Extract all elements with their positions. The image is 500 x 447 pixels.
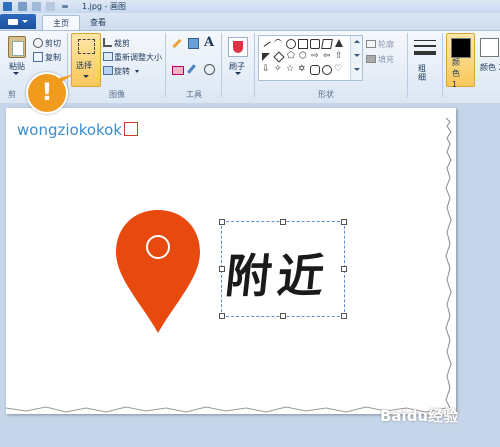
menu-icon [8, 19, 18, 25]
fill-icon[interactable] [188, 38, 199, 49]
rounded-rectangle-shape-icon[interactable] [310, 39, 320, 49]
resize-handle[interactable] [219, 219, 225, 225]
outline-button[interactable]: 轮廓 [378, 39, 394, 50]
logo: wongziokokok [17, 121, 139, 139]
color2-label[interactable]: 颜色 2 [480, 62, 500, 73]
copy-icon[interactable] [33, 52, 43, 62]
six-point-star-shape-icon[interactable]: ✡ [298, 65, 306, 74]
chevron-down-icon [22, 20, 28, 23]
chevron-down-icon[interactable] [13, 72, 19, 75]
color1-swatch [451, 38, 471, 58]
resize-handle[interactable] [280, 313, 286, 319]
tab-home[interactable]: 主页 [42, 15, 80, 31]
crop-button[interactable]: 裁剪 [114, 38, 130, 49]
group-divider [442, 33, 443, 97]
select-label: 选择 [76, 61, 92, 70]
resize-handle[interactable] [341, 219, 347, 225]
paste-icon[interactable] [8, 36, 26, 58]
group-divider [165, 33, 166, 97]
fill-button[interactable]: 填充 [378, 54, 394, 65]
callout-rect-shape-icon[interactable] [310, 65, 320, 75]
arrow-down-shape-icon[interactable]: ⇩ [262, 65, 270, 74]
polygon-shape-icon[interactable] [321, 39, 333, 49]
customize-quick-access-icon[interactable] [62, 5, 68, 8]
cut-button[interactable]: 剪切 [45, 38, 61, 49]
group-divider [254, 33, 255, 97]
color1-label: 颜色 1 [452, 58, 460, 89]
rotate-button[interactable]: 旋转 [114, 66, 130, 77]
paste-button[interactable]: 粘贴 [9, 61, 25, 72]
paint-menu-button[interactable] [0, 14, 36, 29]
callout-oval-shape-icon[interactable] [322, 65, 332, 75]
clipboard-group-label: 剪 [8, 90, 16, 99]
torn-edge-right [445, 117, 452, 409]
shapes-group-label: 形状 [318, 90, 334, 99]
oval-shape-icon[interactable] [286, 39, 296, 49]
chevron-down-icon [83, 75, 89, 78]
expand-icon[interactable] [354, 68, 360, 71]
brushes-button[interactable]: 刷子 [229, 61, 245, 72]
size-button[interactable]: 粗细 [418, 64, 428, 82]
logo-text: wongziokokok [17, 121, 123, 139]
four-point-star-shape-icon[interactable]: ✧ [274, 65, 282, 74]
arrow-up-shape-icon[interactable]: ⇧ [335, 52, 343, 61]
arrow-left-shape-icon[interactable]: ⇦ [323, 52, 331, 61]
title-bar: 1.jpg - 画图 [0, 0, 500, 13]
group-divider [407, 33, 408, 97]
rotate-icon[interactable] [103, 66, 113, 75]
color2-swatch[interactable] [480, 38, 499, 57]
outline-icon[interactable] [366, 40, 376, 48]
calligraphy-text: 附近 [222, 249, 333, 303]
resize-handle[interactable] [219, 266, 225, 272]
resize-icon[interactable] [103, 52, 113, 61]
tab-view[interactable]: 查看 [80, 15, 116, 30]
line-shape-icon[interactable] [261, 38, 271, 47]
watermark: Baidu经验 [380, 407, 459, 425]
size-icon[interactable] [414, 38, 436, 58]
group-divider [221, 33, 222, 97]
save-icon[interactable] [18, 2, 27, 11]
redo-icon[interactable] [46, 2, 55, 11]
resize-handle[interactable] [219, 313, 225, 319]
resize-handle[interactable] [341, 313, 347, 319]
rectangle-shape-icon[interactable] [298, 39, 308, 49]
location-pin-icon [116, 210, 200, 333]
resize-handle[interactable] [280, 219, 286, 225]
image-group-label: 图像 [109, 90, 125, 99]
eraser-icon[interactable] [172, 66, 184, 75]
resize-button[interactable]: 重新调整大小 [114, 52, 162, 63]
pentagon-shape-icon[interactable]: ⬠ [287, 52, 295, 61]
resize-handle[interactable] [341, 266, 347, 272]
crop-icon[interactable] [103, 38, 112, 47]
app-icon [3, 2, 12, 11]
magnifier-icon[interactable] [204, 64, 215, 75]
chevron-down-icon[interactable] [135, 70, 139, 73]
shapes-gallery[interactable]: ⬠ ⬡ ⇨ ⇦ ⇧ ⇩ ✧ ☆ ✡ ♡ [258, 35, 363, 81]
scissors-icon[interactable] [33, 38, 43, 48]
copy-button[interactable]: 复制 [45, 52, 61, 63]
triangle-shape-icon[interactable] [335, 39, 343, 47]
diamond-shape-icon[interactable] [273, 51, 285, 63]
chevron-up-icon[interactable] [354, 40, 360, 43]
fill-shape-icon[interactable] [366, 55, 376, 63]
callout-pointer [52, 74, 74, 88]
right-triangle-shape-icon[interactable] [262, 53, 270, 61]
chevron-down-icon[interactable] [235, 72, 241, 75]
undo-icon[interactable] [32, 2, 41, 11]
curve-shape-icon[interactable] [274, 39, 282, 48]
five-point-star-shape-icon[interactable]: ☆ [286, 65, 294, 74]
arrow-right-shape-icon[interactable]: ⇨ [311, 52, 319, 61]
tools-group-label: 工具 [186, 90, 202, 99]
chevron-down-icon[interactable] [354, 54, 360, 57]
gallery-scroll[interactable] [350, 36, 362, 80]
window-title: 1.jpg - 画图 [82, 2, 126, 11]
hexagon-shape-icon[interactable]: ⬡ [299, 52, 307, 61]
brush-icon[interactable] [228, 37, 248, 57]
heart-shape-icon[interactable]: ♡ [334, 65, 342, 74]
text-icon[interactable]: A [204, 35, 214, 50]
seal-icon [124, 122, 139, 136]
